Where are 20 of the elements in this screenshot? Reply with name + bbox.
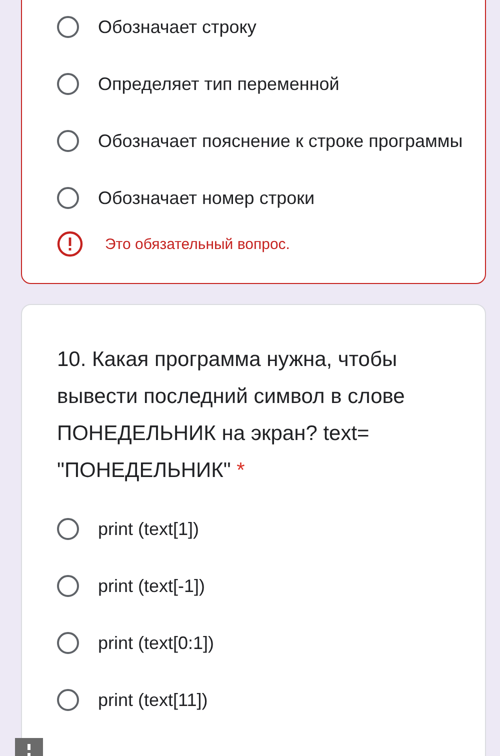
radio-button[interactable] — [57, 689, 79, 711]
error-message: Это обязательный вопрос. — [105, 236, 290, 252]
radio-button[interactable] — [57, 73, 79, 95]
radio-button[interactable] — [57, 632, 79, 654]
radio-button[interactable] — [57, 187, 79, 209]
radio-button[interactable] — [57, 518, 79, 540]
option-label: print (text[-1]) — [98, 574, 206, 598]
question-text: 10. Какая программа нужна, чтобы вывести последний символ в слове ПОНЕДЕЛЬНИК на экран? text= "ПОНЕДЕЛЬНИК" * — [57, 347, 406, 484]
option-label: print (text[1]) — [98, 518, 200, 541]
radio-button[interactable] — [57, 16, 79, 38]
option-label: print (text[11]) — [98, 688, 208, 712]
option-label: Обозначает номер строки — [98, 186, 315, 210]
radio-button[interactable] — [57, 130, 79, 152]
option-label: Обозначает строку — [98, 16, 256, 39]
option-label: print (text[0:1]) — [98, 632, 214, 655]
report-button[interactable] — [15, 738, 43, 756]
radio-button[interactable] — [57, 575, 79, 597]
option-label: Определяет тип переменной — [98, 72, 340, 96]
option-label: Обозначает пояснение к строке программы — [98, 130, 463, 153]
error-icon — [57, 231, 83, 257]
